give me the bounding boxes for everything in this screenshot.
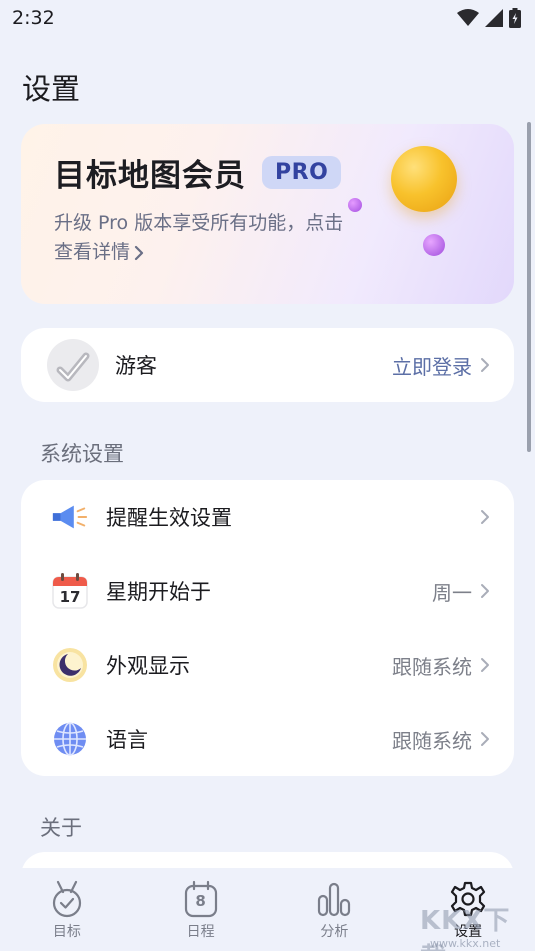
- calendar-day: 17: [59, 588, 81, 606]
- nav-item-goals[interactable]: 目标: [12, 880, 122, 941]
- section-system-settings: 系统设置: [40, 442, 124, 466]
- scrollbar[interactable]: [527, 122, 531, 452]
- pro-badge: PRO: [262, 156, 342, 189]
- medal-icon: [52, 880, 81, 918]
- nav-label-schedule: 日程: [186, 924, 215, 940]
- nav-label-analysis: 分析: [320, 924, 349, 940]
- bar-chart-icon: [318, 882, 351, 917]
- pro-title: 目标地图会员: [54, 158, 246, 194]
- battery-icon: [509, 8, 521, 28]
- pro-desc-line1: 升级 Pro 版本享受所有功能，点击: [54, 212, 344, 234]
- setting-language[interactable]: 语言 跟随系统: [21, 702, 514, 776]
- setting-week-start[interactable]: 17 星期开始于 周一: [21, 554, 514, 628]
- decor-ball-purple-icon: [423, 234, 445, 256]
- globe-icon: [51, 720, 89, 758]
- setting-reminder-label: 提醒生效设置: [106, 506, 232, 530]
- chevron-right-icon: [481, 584, 489, 598]
- calendar-icon: 17: [51, 572, 89, 610]
- chevron-right-icon: [134, 245, 144, 260]
- setting-appearance-value-text: 跟随系统: [392, 654, 472, 679]
- setting-appearance-value: 跟随系统: [392, 651, 490, 680]
- status-time: 2:32: [12, 7, 55, 29]
- chevron-right-icon: [481, 732, 489, 746]
- megaphone-icon: [51, 498, 89, 536]
- schedule-icon: 8: [184, 880, 218, 918]
- nav-item-analysis[interactable]: 分析: [279, 880, 389, 941]
- setting-week-start-label: 星期开始于: [106, 580, 211, 604]
- system-settings-card: 提醒生效设置 17 星期开始于 周一 外观显示 跟随系统 语言 跟随系统: [21, 480, 514, 776]
- signal-icon: [485, 9, 503, 27]
- avatar: [47, 339, 99, 391]
- pro-title-row: 目标地图会员 PRO: [54, 150, 342, 195]
- page-title: 设置: [22, 72, 81, 106]
- setting-language-label: 语言: [106, 728, 148, 752]
- pro-membership-card[interactable]: 目标地图会员 PRO 升级 Pro 版本享受所有功能，点击 查看详情: [21, 124, 514, 304]
- guest-avatar-icon: [56, 352, 90, 382]
- nav-label-goals: 目标: [52, 924, 81, 940]
- setting-week-start-value-text: 周一: [432, 580, 472, 605]
- guest-name: 游客: [115, 354, 157, 378]
- watermark-url: www.kkx.net: [430, 937, 501, 950]
- chevron-right-icon: [481, 510, 489, 524]
- nav-item-schedule[interactable]: 8 日程: [146, 880, 256, 941]
- pro-description: 升级 Pro 版本享受所有功能，点击 查看详情: [54, 209, 374, 267]
- setting-language-value-text: 跟随系统: [392, 728, 472, 753]
- section-about: 关于: [40, 816, 82, 840]
- chevron-right-icon: [481, 358, 489, 372]
- decor-ball-gold-icon: [391, 146, 457, 212]
- setting-week-start-value: 周一: [432, 577, 490, 606]
- moon-icon: [51, 646, 89, 684]
- setting-appearance-label: 外观显示: [106, 654, 190, 678]
- wifi-icon: [457, 9, 479, 26]
- pro-desc-line2: 查看详情: [54, 241, 131, 263]
- login-label: 立即登录: [392, 354, 472, 379]
- login-button[interactable]: 立即登录: [392, 351, 490, 380]
- decor-ball-small-icon: [348, 198, 362, 212]
- setting-reminder[interactable]: 提醒生效设置: [21, 480, 514, 554]
- status-icons: [457, 8, 521, 28]
- guest-account-card[interactable]: 游客 立即登录: [21, 328, 514, 402]
- status-bar: 2:32: [0, 0, 535, 36]
- chevron-right-icon: [481, 658, 489, 672]
- setting-appearance[interactable]: 外观显示 跟随系统: [21, 628, 514, 702]
- schedule-day: 8: [195, 892, 206, 910]
- pro-details-link[interactable]: 查看详情: [54, 238, 144, 267]
- setting-reminder-value: [472, 509, 490, 525]
- setting-language-value: 跟随系统: [392, 725, 490, 754]
